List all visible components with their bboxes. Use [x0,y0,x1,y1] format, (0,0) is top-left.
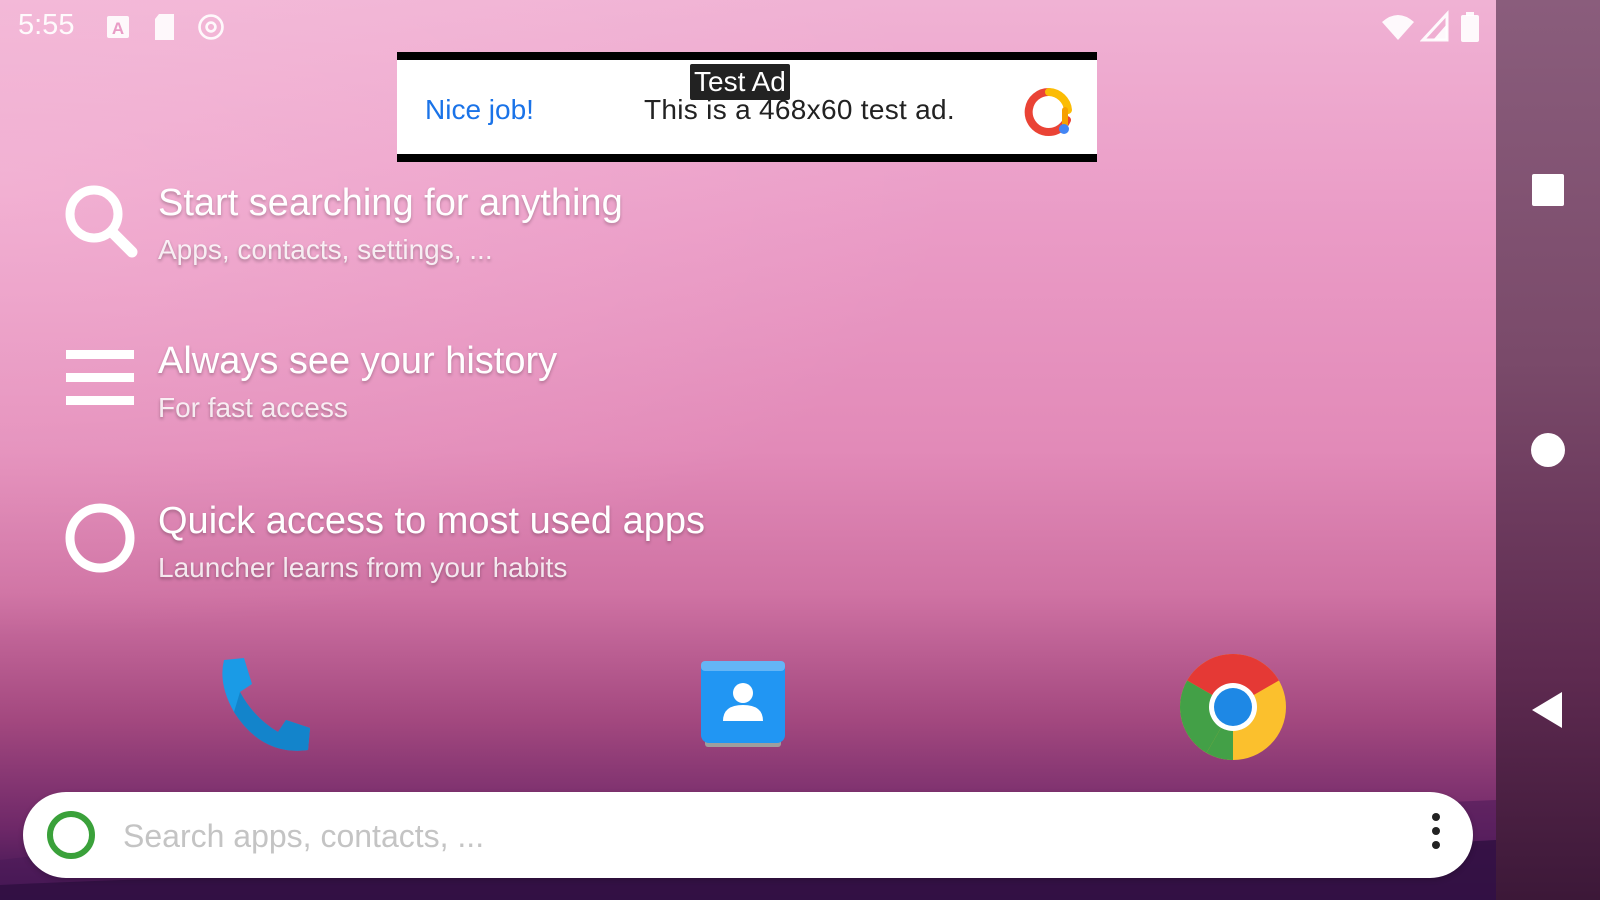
navigation-bar [1496,0,1600,900]
search-input[interactable] [121,810,1345,862]
cell-signal-icon [1420,10,1449,42]
history-list-icon [66,350,134,405]
home-screen: 5:55 A Test Ad Nice job! This is a 468x6… [0,0,1496,900]
status-bar: 5:55 A [0,0,1496,54]
status-time: 5:55 [18,9,75,41]
feature-title: Always see your history [158,340,558,382]
overflow-menu-icon[interactable] [1429,813,1443,857]
contacts-app-icon[interactable] [693,655,793,755]
keyboard-a-icon: A [107,16,129,38]
ad-cta-link[interactable]: Nice job! [425,94,534,126]
search-ring-icon[interactable] [47,811,95,859]
sync-at-icon [198,14,224,40]
feature-title: Start searching for anything [158,182,623,224]
back-triangle-icon[interactable] [1528,690,1568,730]
recents-square-icon[interactable] [1528,170,1568,210]
feature-subtitle: For fast access [158,392,348,423]
home-circle-icon[interactable] [1528,430,1568,470]
chrome-app-icon[interactable] [1178,652,1288,762]
feature-title: Quick access to most used apps [158,500,706,542]
circle-icon [65,503,135,573]
svg-text:A: A [112,19,124,38]
ad-text: This is a 468x60 test ad. [644,94,956,125]
battery-icon [1461,12,1479,42]
ad-banner[interactable]: Test Ad Nice job! This is a 468x60 test … [397,52,1097,162]
search-bar[interactable] [23,792,1473,878]
search-icon [65,185,138,258]
feature-subtitle: Launcher learns from your habits [158,552,568,583]
phone-app-icon[interactable] [210,652,320,762]
feature-subtitle: Apps, contacts, settings, ... [158,234,493,265]
wifi-icon [1382,15,1414,40]
admob-logo-icon [1024,87,1072,136]
sd-card-icon [155,14,174,40]
